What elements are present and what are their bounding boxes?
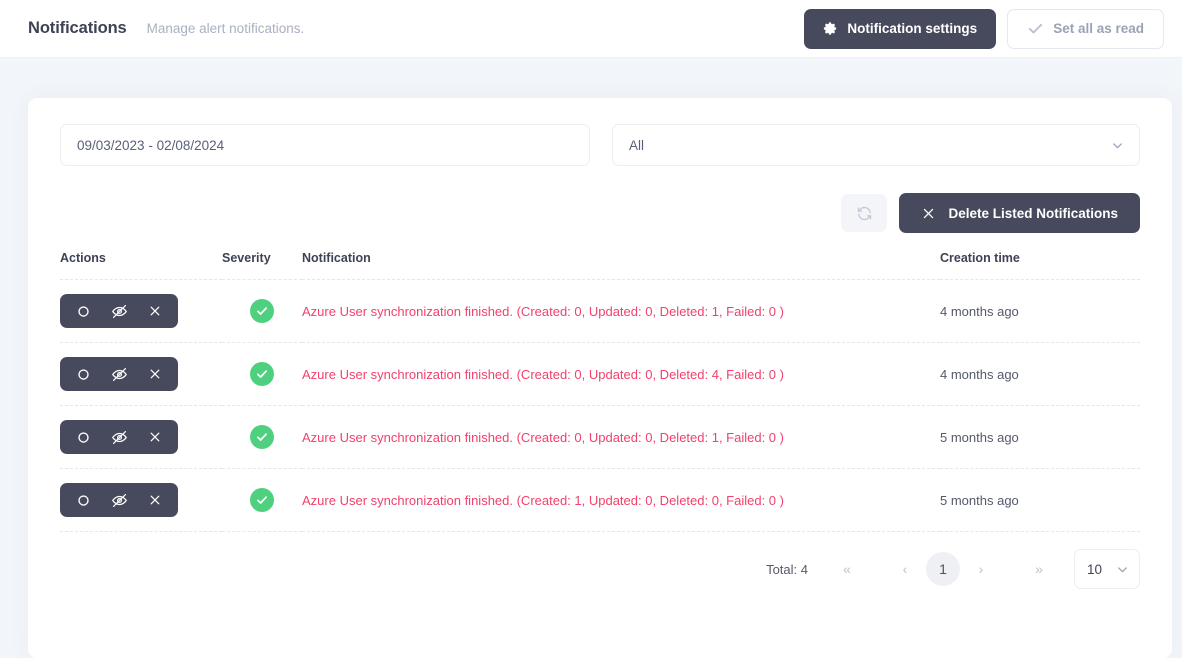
set-all-as-read-label: Set all as read [1053, 21, 1144, 36]
close-icon[interactable] [138, 294, 172, 328]
table-body: Azure User synchronization finished. (Cr… [60, 279, 1140, 532]
creation-time-cell: 5 months ago [940, 405, 1140, 469]
creation-time-cell: 5 months ago [940, 468, 1140, 532]
notification-message: Azure User synchronization finished. (Cr… [302, 429, 784, 445]
row-action-group [60, 420, 178, 454]
set-all-as-read-button[interactable]: Set all as read [1007, 8, 1164, 49]
notification-cell: Azure User synchronization finished. (Cr… [302, 468, 940, 532]
row-actions-cell [60, 468, 222, 532]
row-action-group [60, 294, 178, 328]
status-badge [250, 362, 274, 386]
column-header-severity: Severity [222, 251, 302, 280]
row-actions-cell [60, 405, 222, 469]
severity-cell [222, 279, 302, 343]
close-icon[interactable] [138, 483, 172, 517]
severity-cell [222, 342, 302, 406]
row-action-group [60, 483, 178, 517]
page-subtitle: Manage alert notifications. [146, 21, 305, 36]
notification-message: Azure User synchronization finished. (Cr… [302, 492, 784, 508]
pagination-total: Total: 4 [766, 561, 808, 577]
status-badge [250, 425, 274, 449]
page-title: Notifications [28, 19, 127, 37]
table-header-row: Actions Severity Notification Creation t… [60, 251, 1140, 280]
notification-settings-label: Notification settings [847, 21, 978, 36]
eye-off-icon[interactable] [102, 294, 136, 328]
notification-message: Azure User synchronization finished. (Cr… [302, 366, 784, 382]
pagination-page-1[interactable]: 1 [926, 552, 960, 586]
eye-off-icon[interactable] [102, 483, 136, 517]
column-header-actions: Actions [60, 251, 222, 280]
eye-off-icon[interactable] [102, 357, 136, 391]
check-icon [1027, 20, 1044, 37]
table-row: Azure User synchronization finished. (Cr… [60, 279, 1140, 343]
pagination-last-button[interactable]: » [1022, 552, 1056, 586]
status-badge [250, 488, 274, 512]
refresh-button[interactable] [841, 194, 888, 232]
header-actions: Notification settings Set all as read [804, 8, 1164, 49]
page-header: Notifications Manage alert notifications… [0, 0, 1182, 58]
close-icon[interactable] [138, 420, 172, 454]
severity-cell [222, 405, 302, 469]
notification-cell: Azure User synchronization finished. (Cr… [302, 279, 940, 343]
row-actions-cell [60, 279, 222, 343]
circle-icon[interactable] [66, 294, 100, 328]
gear-icon [823, 21, 838, 36]
table-head: Actions Severity Notification Creation t… [60, 251, 1140, 280]
pagination-next-button[interactable]: › [964, 552, 998, 586]
notification-cell: Azure User synchronization finished. (Cr… [302, 405, 940, 469]
notification-settings-button[interactable]: Notification settings [804, 8, 997, 49]
header-titles: Notifications Manage alert notifications… [28, 19, 804, 38]
creation-time-cell: 4 months ago [940, 342, 1140, 406]
table-toolbar: Delete Listed Notifications [60, 193, 1140, 233]
severity-filter-select[interactable]: All [612, 124, 1140, 166]
column-header-creation-time: Creation time [940, 251, 1140, 280]
status-badge [250, 299, 274, 323]
chevron-down-icon [1115, 562, 1130, 577]
creation-time-cell: 4 months ago [940, 279, 1140, 343]
notification-message: Azure User synchronization finished. (Cr… [302, 303, 784, 319]
circle-icon[interactable] [66, 420, 100, 454]
circle-icon[interactable] [66, 483, 100, 517]
severity-cell [222, 468, 302, 532]
pagination: Total: 4 « ‹ 1 › » 10 [60, 532, 1140, 609]
page-size-select[interactable]: 10 [1074, 549, 1140, 589]
pagination-prev-button[interactable]: ‹ [888, 552, 922, 586]
table-row: Azure User synchronization finished. (Cr… [60, 468, 1140, 532]
delete-listed-notifications-label: Delete Listed Notifications [948, 205, 1118, 221]
table-row: Azure User synchronization finished. (Cr… [60, 405, 1140, 469]
severity-filter-value: All [629, 137, 645, 153]
filter-row: 09/03/2023 - 02/08/2024 All [60, 124, 1140, 166]
pagination-first-button[interactable]: « [830, 552, 864, 586]
chevron-down-icon [1110, 138, 1125, 153]
notifications-card: 09/03/2023 - 02/08/2024 All Delete Liste… [28, 98, 1172, 658]
notification-cell: Azure User synchronization finished. (Cr… [302, 342, 940, 406]
eye-off-icon[interactable] [102, 420, 136, 454]
delete-listed-notifications-button[interactable]: Delete Listed Notifications [899, 193, 1140, 233]
row-actions-cell [60, 342, 222, 406]
page-size-value: 10 [1087, 561, 1103, 577]
table-row: Azure User synchronization finished. (Cr… [60, 342, 1140, 406]
notifications-table: Actions Severity Notification Creation t… [60, 251, 1140, 532]
date-range-input[interactable]: 09/03/2023 - 02/08/2024 [60, 124, 590, 166]
close-icon [921, 206, 936, 221]
row-action-group [60, 357, 178, 391]
close-icon[interactable] [138, 357, 172, 391]
refresh-icon [856, 205, 873, 222]
column-header-notification: Notification [302, 251, 940, 280]
circle-icon[interactable] [66, 357, 100, 391]
date-range-value: 09/03/2023 - 02/08/2024 [77, 137, 225, 153]
